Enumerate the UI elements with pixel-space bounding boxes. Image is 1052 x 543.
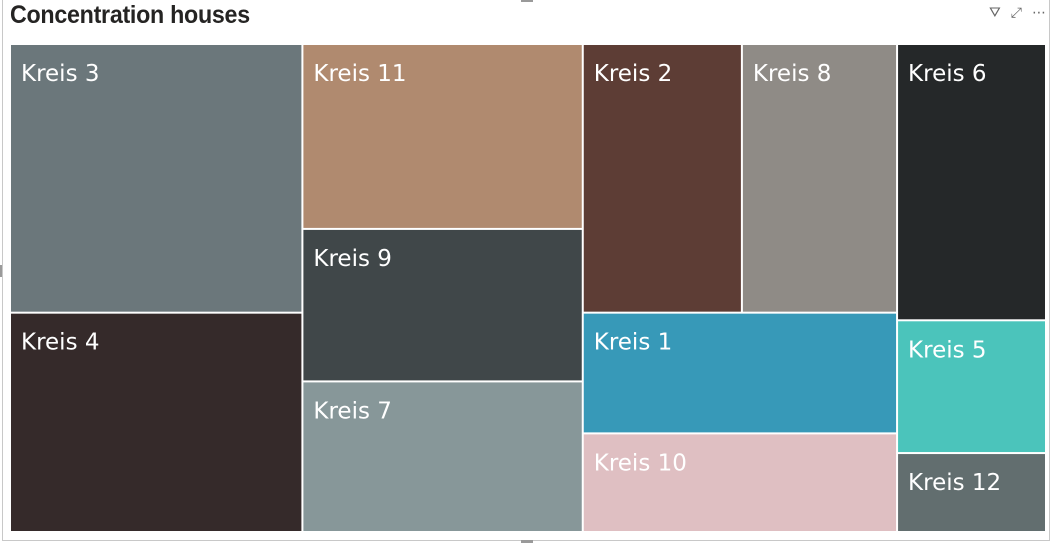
treemap-tile-label: Kreis 3 [21, 61, 100, 87]
treemap-tile-label: Kreis 10 [594, 450, 687, 476]
treemap-tile-kreis-2[interactable]: Kreis 2 [583, 45, 741, 312]
treemap-tile-label: Kreis 9 [313, 246, 392, 272]
chart-title: Concentration houses [10, 1, 250, 29]
more-options-icon[interactable]: ⋯ [1032, 4, 1046, 20]
treemap-plot: Kreis 3 Kreis 4 Kreis 11 Kreis 9 Kreis 7 Krei… [11, 45, 1045, 531]
treemap-tile-kreis-8[interactable]: Kreis 8 [742, 45, 897, 312]
treemap-tile-kreis-10[interactable]: Kreis 10 [583, 434, 897, 531]
treemap-tile-kreis-6[interactable]: Kreis 6 [898, 45, 1045, 320]
treemap-tile-kreis-7[interactable]: Kreis 7 [303, 382, 582, 531]
treemap-tile-label: Kreis 1 [594, 330, 673, 356]
treemap-tile-rect[interactable] [583, 434, 897, 531]
treemap-tile-kreis-11[interactable]: Kreis 11 [303, 45, 582, 228]
treemap-tile-label: Kreis 4 [21, 330, 100, 356]
treemap-tile-label: Kreis 5 [908, 337, 987, 363]
treemap-tile-label: Kreis 2 [594, 61, 673, 87]
resize-handle-left[interactable] [0, 265, 2, 277]
focus-mode-icon[interactable]: ⤢ [1011, 4, 1022, 20]
treemap-tile-kreis-1[interactable]: Kreis 1 [583, 313, 897, 433]
treemap-tile-label: Kreis 11 [313, 61, 406, 87]
filter-icon[interactable]: ⛛ [989, 4, 1001, 20]
treemap-tile-label: Kreis 8 [753, 61, 832, 87]
visual-header-toolbar: ⛛ ⤢ ⋯ [989, 4, 1046, 20]
treemap-tile-label: Kreis 7 [313, 398, 392, 424]
resize-handle-top[interactable] [521, 0, 533, 2]
treemap-tile-label: Kreis 12 [908, 470, 1001, 496]
treemap-tile-kreis-9[interactable]: Kreis 9 [303, 229, 582, 381]
treemap-tile-kreis-12[interactable]: Kreis 12 [898, 454, 1045, 531]
treemap-tile-kreis-3[interactable]: Kreis 3 [11, 45, 302, 312]
treemap-tile-label: Kreis 6 [908, 61, 987, 87]
treemap-tile-kreis-4[interactable]: Kreis 4 [11, 313, 302, 531]
treemap-tile-kreis-5[interactable]: Kreis 5 [898, 321, 1045, 453]
